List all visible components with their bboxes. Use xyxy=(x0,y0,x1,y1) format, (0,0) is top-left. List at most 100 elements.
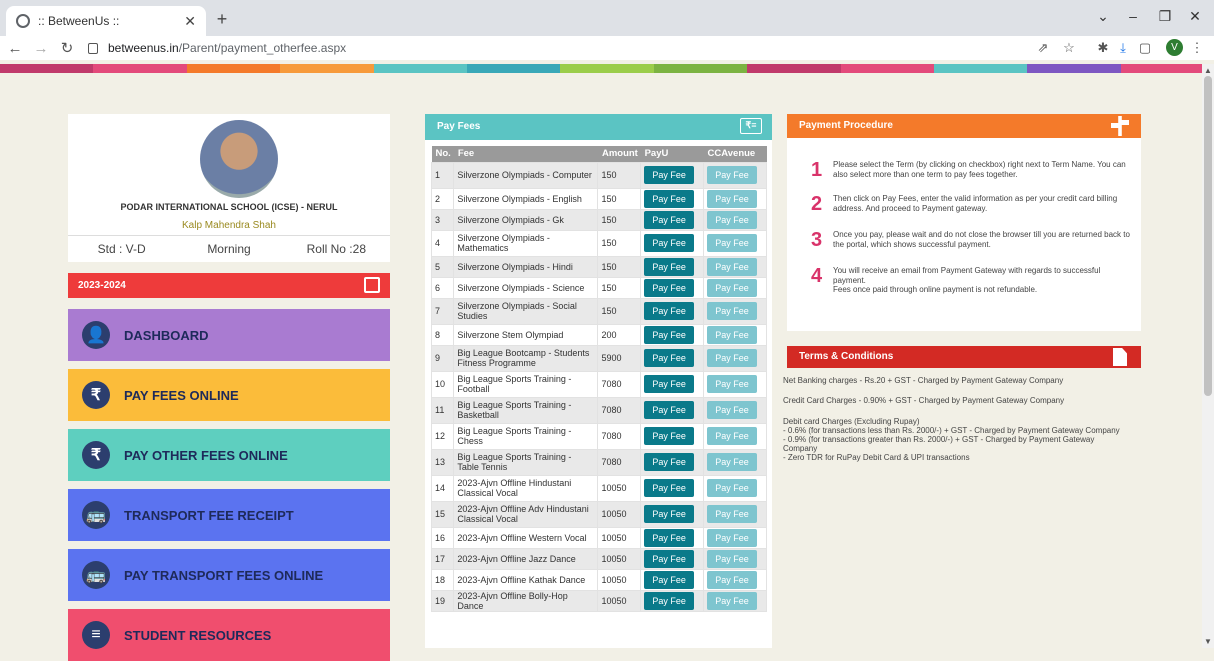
address-bar[interactable]: betweenus.in/Parent/payment_otherfee.asp… xyxy=(88,38,1198,58)
ccavenue-pay-button[interactable]: Pay Fee xyxy=(707,349,758,367)
restore-button[interactable]: ❐ xyxy=(1150,8,1180,25)
fee-no: 16 xyxy=(430,526,455,549)
step-text: Please select the Term (by clicking on c… xyxy=(833,160,1126,179)
payu-pay-button[interactable]: Pay Fee xyxy=(644,505,695,523)
menu-item-student-resources[interactable]: ≡ STUDENT RESOURCES xyxy=(68,609,390,661)
menu-item-dashboard[interactable]: 👤 DASHBOARD xyxy=(68,309,390,361)
ccavenue-cell: Pay Fee xyxy=(703,187,767,210)
url-host: betweenus.in xyxy=(108,41,179,55)
fee-amount: 150 xyxy=(597,297,642,325)
payu-pay-button[interactable]: Pay Fee xyxy=(644,302,695,320)
payu-pay-button[interactable]: Pay Fee xyxy=(644,549,695,568)
stripe-segment xyxy=(1120,64,1214,73)
ccavenue-pay-button[interactable]: Pay Fee xyxy=(707,570,758,589)
download-icon[interactable]: ⤓ xyxy=(1114,40,1132,56)
forward-icon[interactable]: → xyxy=(30,40,52,57)
student-shift: Morning xyxy=(207,242,251,256)
scrollbar[interactable]: ▲ ▼ xyxy=(1202,64,1214,648)
ccavenue-pay-button[interactable]: Pay Fee xyxy=(707,479,758,497)
ccavenue-pay-button[interactable]: Pay Fee xyxy=(707,375,758,393)
payu-pay-button[interactable]: Pay Fee xyxy=(644,427,695,445)
menu-item-transport-fee-receipt[interactable]: 🚌 TRANSPORT FEE RECEIPT xyxy=(68,489,390,541)
ccavenue-pay-button[interactable]: Pay Fee xyxy=(707,453,758,471)
payu-pay-button[interactable]: Pay Fee xyxy=(644,570,695,589)
close-window-button[interactable]: ✕ xyxy=(1180,8,1210,25)
bookmark-star-icon[interactable]: ☆ xyxy=(1060,40,1078,56)
share-icon[interactable]: ⇗ xyxy=(1034,40,1052,56)
ccavenue-pay-button[interactable]: Pay Fee xyxy=(707,257,758,276)
profile-avatar[interactable]: V xyxy=(1166,39,1183,56)
close-tab-icon[interactable]: ✕ xyxy=(184,13,196,30)
ccavenue-cell: Pay Fee xyxy=(703,589,767,612)
payu-pay-button[interactable]: Pay Fee xyxy=(644,189,695,208)
ccavenue-pay-button[interactable]: Pay Fee xyxy=(707,591,758,610)
payu-pay-button[interactable]: Pay Fee xyxy=(644,278,695,297)
ccavenue-pay-button[interactable]: Pay Fee xyxy=(707,189,758,208)
table-row: 8 Silverzone Stem Olympiad 200 Pay Fee Pay F… xyxy=(430,323,767,346)
side-panel-icon[interactable]: ▢ xyxy=(1136,40,1154,56)
payu-pay-button[interactable]: Pay Fee xyxy=(644,349,695,367)
payu-cell: Pay Fee xyxy=(640,229,705,257)
fee-name: 2023-Ajvn Offline Kathak Dance xyxy=(453,568,599,591)
scrollbar-thumb[interactable] xyxy=(1204,76,1212,396)
student-profile-card: PODAR INTERNATIONAL SCHOOL (ICSE) - NERU… xyxy=(68,114,390,262)
payu-pay-button[interactable]: Pay Fee xyxy=(644,401,695,419)
back-icon[interactable]: ← xyxy=(4,40,26,57)
payu-pay-button[interactable]: Pay Fee xyxy=(644,453,695,471)
payu-pay-button[interactable]: Pay Fee xyxy=(644,234,695,252)
ccavenue-pay-button[interactable]: Pay Fee xyxy=(707,166,758,184)
fee-no: 1 xyxy=(430,161,455,189)
payu-pay-button[interactable]: Pay Fee xyxy=(644,257,695,276)
payu-cell: Pay Fee xyxy=(640,370,705,398)
extensions-icon[interactable]: ✱ xyxy=(1094,40,1112,56)
calendar-icon[interactable] xyxy=(364,277,380,293)
ccavenue-pay-button[interactable]: Pay Fee xyxy=(707,528,758,547)
ccavenue-pay-button[interactable]: Pay Fee xyxy=(707,427,758,445)
fee-no: 5 xyxy=(430,255,455,278)
person-icon: 👤 xyxy=(82,321,110,349)
fee-name: 2023-Ajvn Offline Bolly-Hop Dance xyxy=(453,589,599,612)
ccavenue-cell: Pay Fee xyxy=(703,370,767,398)
payu-pay-button[interactable]: Pay Fee xyxy=(644,166,695,184)
ccavenue-cell: Pay Fee xyxy=(703,229,767,257)
payment-procedure-panel: Payment Procedure 1 Please select the Ter… xyxy=(787,114,1141,331)
ccavenue-pay-button[interactable]: Pay Fee xyxy=(707,302,758,320)
ccavenue-cell: Pay Fee xyxy=(703,323,767,346)
ccavenue-pay-button[interactable]: Pay Fee xyxy=(707,549,758,568)
payu-cell: Pay Fee xyxy=(640,208,705,231)
ccavenue-pay-button[interactable]: Pay Fee xyxy=(707,234,758,252)
step-text: Once you pay, please wait and do not clo… xyxy=(833,230,1130,249)
academic-year-bar[interactable]: 2023-2024 xyxy=(68,273,390,298)
payu-pay-button[interactable]: Pay Fee xyxy=(644,325,695,344)
student-name: Kalp Mahendra Shah xyxy=(182,220,276,231)
col-fee: Fee xyxy=(453,146,598,162)
ccavenue-pay-button[interactable]: Pay Fee xyxy=(707,278,758,297)
ccavenue-pay-button[interactable]: Pay Fee xyxy=(707,210,758,229)
table-row: 19 2023-Ajvn Offline Bolly-Hop Dance 10050… xyxy=(430,589,767,612)
terms-header: Terms & Conditions xyxy=(787,346,1141,368)
tab-search-icon[interactable]: ⌄ xyxy=(1088,8,1118,25)
new-tab-button[interactable]: + xyxy=(210,8,234,32)
menu-item-label: TRANSPORT FEE RECEIPT xyxy=(124,507,294,523)
payu-pay-button[interactable]: Pay Fee xyxy=(644,479,695,497)
minimize-button[interactable]: – xyxy=(1118,8,1148,24)
menu-item-pay-other-fees-online[interactable]: ₹ PAY OTHER FEES ONLINE xyxy=(68,429,390,481)
scroll-down-icon[interactable]: ▼ xyxy=(1204,637,1212,646)
more-menu-icon[interactable]: ⋮ xyxy=(1188,40,1206,56)
browser-tab[interactable]: :: BetweenUs :: ✕ xyxy=(6,6,206,36)
menu-item-pay-transport-fees-online[interactable]: 🚌 PAY TRANSPORT FEES ONLINE xyxy=(68,549,390,601)
payu-pay-button[interactable]: Pay Fee xyxy=(644,591,695,610)
scroll-up-icon[interactable]: ▲ xyxy=(1204,66,1212,75)
globe-icon xyxy=(16,14,30,28)
fee-name: Silverzone Olympiads - English xyxy=(453,187,599,210)
ccavenue-cell: Pay Fee xyxy=(703,474,767,502)
fee-name: Big League Bootcamp - Students Fitness P… xyxy=(453,344,599,372)
reload-icon[interactable]: ↻ xyxy=(56,39,78,57)
ccavenue-pay-button[interactable]: Pay Fee xyxy=(707,325,758,344)
ccavenue-pay-button[interactable]: Pay Fee xyxy=(707,401,758,419)
menu-item-pay-fees-online[interactable]: ₹ PAY FEES ONLINE xyxy=(68,369,390,421)
ccavenue-pay-button[interactable]: Pay Fee xyxy=(707,505,758,523)
payu-pay-button[interactable]: Pay Fee xyxy=(644,528,695,547)
payu-pay-button[interactable]: Pay Fee xyxy=(644,210,695,229)
payu-pay-button[interactable]: Pay Fee xyxy=(644,375,695,393)
